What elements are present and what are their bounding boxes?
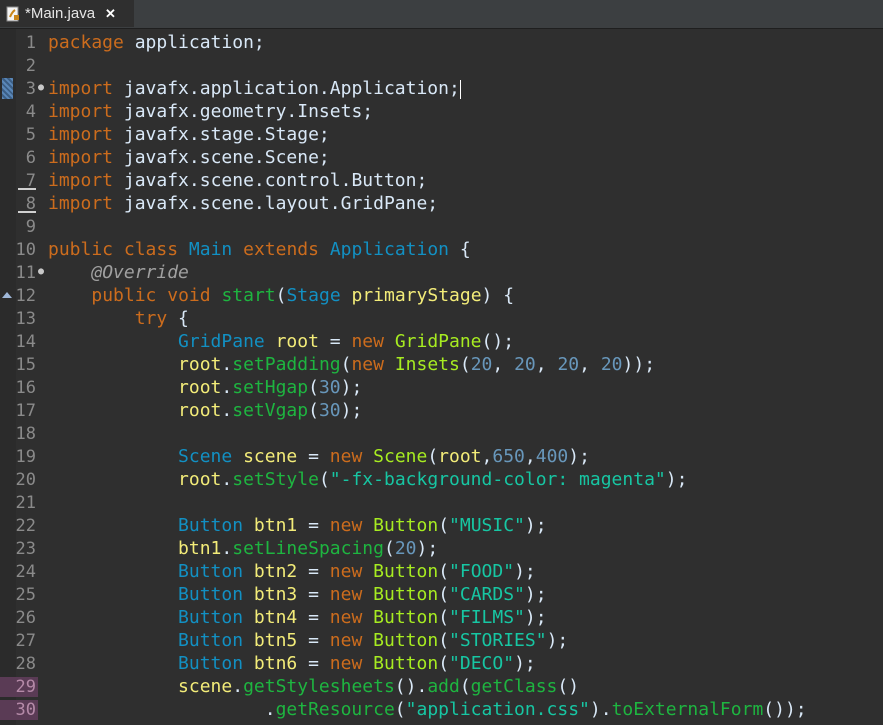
code-line: 23 btn1.setLineSpacing(20); [0, 537, 807, 560]
line-number: 24 [15, 561, 36, 582]
line-number: 18 [15, 423, 36, 444]
code-text[interactable]: @Override [48, 262, 189, 283]
line-number: 26 [15, 607, 36, 628]
code-line: 22 Button btn1 = new Button("MUSIC"); [0, 514, 807, 537]
code-text[interactable]: Button btn4 = new Button("FILMS"); [48, 607, 547, 628]
code-text[interactable]: package application; [48, 32, 265, 53]
code-line: 13 try { [0, 307, 807, 330]
code-line: 10 public class Main extends Application… [0, 238, 807, 261]
line-number: 6 [25, 147, 36, 168]
line-number: 14 [15, 331, 36, 352]
line-number: 13 [15, 308, 36, 329]
code-line: 16 root.setHgap(30); [0, 376, 807, 399]
fold-icon[interactable]: ● [38, 82, 44, 93]
code-line: 17 root.setVgap(30); [0, 399, 807, 422]
code-line: 5 import javafx.stage.Stage; [0, 123, 807, 146]
line-number: 3 [25, 78, 36, 99]
code-line: 24 Button btn2 = new Button("FOOD"); [0, 560, 807, 583]
line-number: 17 [15, 400, 36, 421]
code-line: 18 [0, 422, 807, 445]
code-text[interactable]: try { [48, 308, 189, 329]
line-number: 29 [0, 676, 38, 697]
code-text[interactable]: public void start(Stage primaryStage) { [48, 285, 514, 306]
close-icon[interactable]: ✕ [105, 6, 116, 22]
code-line: 8 import javafx.scene.layout.GridPane; [0, 192, 807, 215]
code-text[interactable]: GridPane root = new GridPane(); [48, 331, 514, 352]
line-number: 5 [25, 124, 36, 145]
code-text[interactable]: Button btn1 = new Button("MUSIC"); [48, 515, 547, 536]
code-line: 20 root.setStyle("-fx-background-color: … [0, 468, 807, 491]
line-number: 30 [0, 699, 38, 720]
code-line: 7 import javafx.scene.control.Button; [0, 169, 807, 192]
code-line: 1 package application; [0, 31, 807, 54]
code-line: 29 scene.getStylesheets().add(getClass() [0, 675, 807, 698]
fold-icon[interactable]: ● [38, 266, 44, 277]
code-line: 3 ● import javafx.application.Application… [0, 77, 807, 100]
code-text[interactable]: btn1.setLineSpacing(20); [48, 538, 438, 559]
line-number: 9 [25, 216, 36, 237]
line-number: 21 [15, 492, 36, 513]
line-number: 19 [15, 446, 36, 467]
code-text[interactable]: root.setVgap(30); [48, 400, 362, 421]
code-text[interactable]: Button btn6 = new Button("DECO"); [48, 653, 536, 674]
line-number: 1 [25, 32, 36, 53]
line-number: 20 [15, 469, 36, 490]
line-number: 10 [15, 239, 36, 260]
code-line: 9 [0, 215, 807, 238]
code-line: 28 Button btn6 = new Button("DECO"); [0, 652, 807, 675]
code-lines: 1 package application; 2 3 ● import javaf… [0, 31, 807, 721]
text-cursor [459, 79, 461, 99]
line-number: 27 [15, 630, 36, 651]
code-text[interactable]: import javafx.application.Application; [48, 78, 461, 99]
code-text[interactable]: Scene scene = new Scene(root,650,400); [48, 446, 590, 467]
code-text[interactable]: import javafx.scene.control.Button; [48, 170, 427, 191]
line-number: 23 [15, 538, 36, 559]
code-line: 4 import javafx.geometry.Insets; [0, 100, 807, 123]
code-text[interactable]: Button btn5 = new Button("STORIES"); [48, 630, 568, 651]
code-line: 6 import javafx.scene.Scene; [0, 146, 807, 169]
code-text[interactable]: Button btn2 = new Button("FOOD"); [48, 561, 536, 582]
code-text[interactable]: root.setPadding(new Insets(20, 20, 20, 2… [48, 354, 655, 375]
code-text[interactable]: import javafx.scene.Scene; [48, 147, 330, 168]
code-text[interactable]: root.setHgap(30); [48, 377, 362, 398]
line-number: 8 [25, 193, 36, 214]
code-line: 15 root.setPadding(new Insets(20, 20, 20… [0, 353, 807, 376]
tab-main-java[interactable]: *Main.java ✕ [0, 0, 134, 27]
code-line: 21 [0, 491, 807, 514]
line-number: 4 [25, 101, 36, 122]
code-text[interactable]: scene.getStylesheets().add(getClass() [48, 676, 579, 697]
code-line: 26 Button btn4 = new Button("FILMS"); [0, 606, 807, 629]
code-line: 30 .getResource("application.css").toExt… [0, 698, 807, 721]
tab-title: *Main.java [25, 5, 96, 22]
code-line: 25 Button btn3 = new Button("CARDS"); [0, 583, 807, 606]
code-editor[interactable]: 1 package application; 2 3 ● import javaf… [0, 29, 883, 725]
line-number: 2 [25, 55, 36, 76]
line-number: 12 [15, 285, 36, 306]
code-line: 2 [0, 54, 807, 77]
code-text[interactable]: Button btn3 = new Button("CARDS"); [48, 584, 547, 605]
line-number: 25 [15, 584, 36, 605]
code-line: 11 ● @Override [0, 261, 807, 284]
code-text[interactable]: .getResource("application.css").toExtern… [48, 699, 807, 720]
code-text[interactable]: public class Main extends Application { [48, 239, 471, 260]
editor-tab-bar: *Main.java ✕ [0, 0, 883, 29]
line-number: 22 [15, 515, 36, 536]
code-text[interactable]: root.setStyle("-fx-background-color: mag… [48, 469, 687, 490]
code-line: 14 GridPane root = new GridPane(); [0, 330, 807, 353]
line-number: 7 [25, 170, 36, 191]
line-number: 15 [15, 354, 36, 375]
line-number: 16 [15, 377, 36, 398]
line-number: 28 [15, 653, 36, 674]
code-line: 27 Button btn5 = new Button("STORIES"); [0, 629, 807, 652]
code-text[interactable]: import javafx.scene.layout.GridPane; [48, 193, 438, 214]
code-line: 12 public void start(Stage primaryStage)… [0, 284, 807, 307]
java-file-icon [5, 6, 21, 22]
code-text[interactable]: import javafx.geometry.Insets; [48, 101, 373, 122]
code-text[interactable]: import javafx.stage.Stage; [48, 124, 330, 145]
line-number: 11 [15, 262, 36, 283]
code-line: 19 Scene scene = new Scene(root,650,400)… [0, 445, 807, 468]
